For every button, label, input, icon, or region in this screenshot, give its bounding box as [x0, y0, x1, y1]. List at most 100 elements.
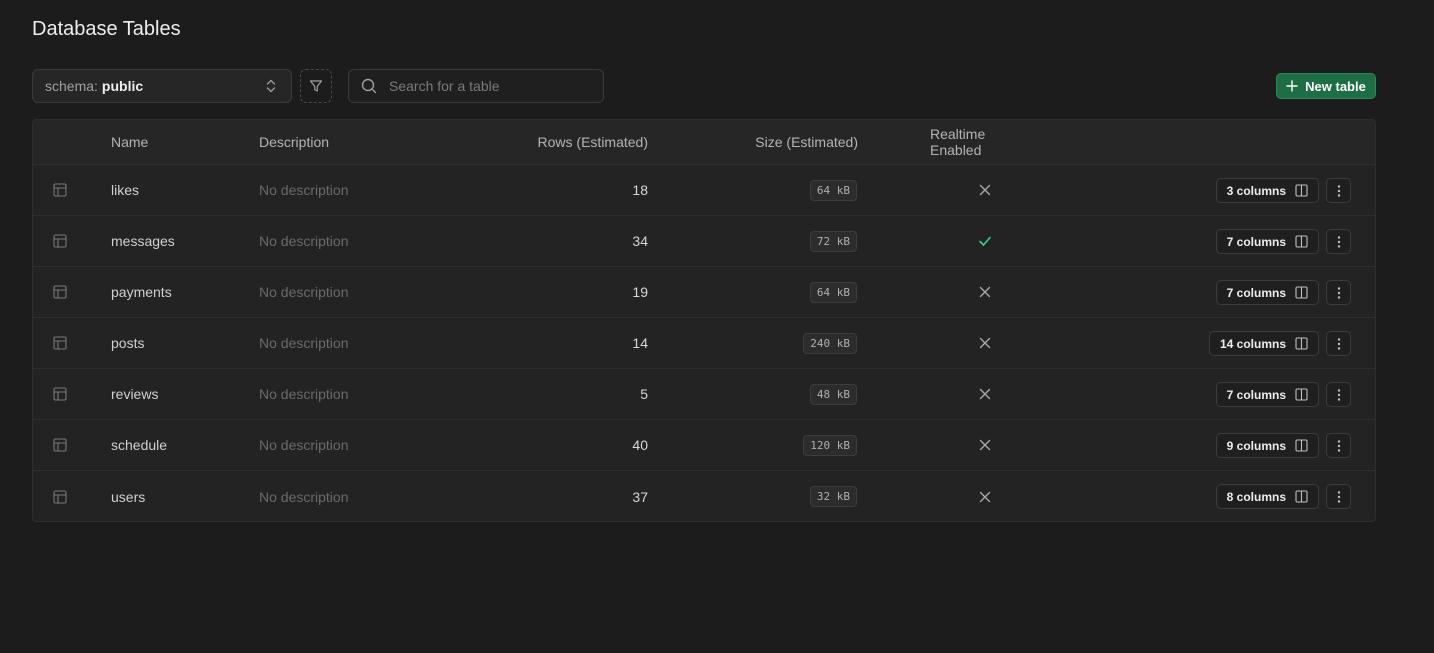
- table-size-cell: 64 kB: [683, 267, 857, 317]
- table-icon: [53, 318, 69, 368]
- table-name[interactable]: schedule: [111, 420, 167, 470]
- table-header: Name Description Rows (Estimated) Size (…: [33, 120, 1375, 165]
- table-name[interactable]: posts: [111, 318, 144, 368]
- table-name[interactable]: payments: [111, 267, 172, 317]
- table-name[interactable]: likes: [111, 165, 139, 215]
- row-actions-button[interactable]: [1326, 484, 1351, 509]
- columns-count: 14 columns: [1219, 336, 1286, 351]
- table-row[interactable]: likes No description 18 64 kB 3 columns: [33, 165, 1375, 216]
- table-size: 120 kB: [803, 434, 857, 456]
- row-actions-button[interactable]: [1326, 178, 1351, 203]
- x-icon: [979, 491, 991, 503]
- table-description: No description: [259, 437, 349, 453]
- table-rows-count: 37: [632, 488, 648, 505]
- table-size-cell: 64 kB: [683, 165, 857, 215]
- view-columns-button[interactable]: 14 columns: [1208, 331, 1319, 356]
- table-row[interactable]: schedule No description 40 120 kB 9 colu…: [33, 420, 1375, 471]
- columns-icon: [1295, 235, 1308, 248]
- table-size-cell: 72 kB: [683, 216, 857, 266]
- columns-count: 8 columns: [1226, 489, 1286, 504]
- new-table-button[interactable]: New table: [1276, 73, 1376, 99]
- table-rows-count: 5: [640, 386, 648, 402]
- table-rows-count: 14: [632, 335, 648, 351]
- row-actions-button[interactable]: [1326, 382, 1351, 407]
- realtime-status: [930, 267, 1040, 317]
- page: Database Tables schema: public New table: [0, 0, 1434, 653]
- table-size: 64 kB: [809, 179, 857, 201]
- schema-select[interactable]: schema: public: [32, 69, 292, 103]
- columns-count: 7 columns: [1226, 387, 1286, 402]
- table-description: No description: [259, 182, 349, 198]
- table-size: 64 kB: [809, 281, 857, 303]
- tables-list: Name Description Rows (Estimated) Size (…: [32, 119, 1376, 522]
- table-name[interactable]: users: [111, 471, 145, 521]
- view-columns-button[interactable]: 7 columns: [1215, 280, 1319, 305]
- view-columns-button[interactable]: 9 columns: [1215, 433, 1319, 458]
- filter-button[interactable]: [300, 69, 332, 103]
- columns-icon: [1295, 388, 1308, 401]
- header-rows: Rows (Estimated): [537, 134, 648, 150]
- table-description: No description: [259, 386, 349, 402]
- search-box[interactable]: [348, 69, 604, 103]
- more-vertical-icon: [1337, 184, 1341, 198]
- x-icon: [979, 286, 991, 298]
- x-icon: [979, 184, 991, 196]
- table-name[interactable]: messages: [111, 216, 175, 266]
- realtime-status: [930, 216, 1040, 266]
- table-size: 32 kB: [809, 486, 857, 507]
- columns-count: 7 columns: [1226, 234, 1286, 249]
- realtime-status: [930, 165, 1040, 215]
- table-icon: [53, 420, 69, 470]
- table-size-cell: 240 kB: [683, 318, 857, 368]
- schema-prefix: schema:: [45, 78, 98, 94]
- table-icon: [53, 267, 69, 317]
- table-row[interactable]: users No description 37 32 kB 8 columns: [33, 471, 1375, 521]
- columns-icon: [1295, 286, 1308, 299]
- table-row[interactable]: messages No description 34 72 kB 7 colum…: [33, 216, 1375, 267]
- header-realtime: Realtime Enabled: [930, 126, 986, 158]
- table-size: 48 kB: [809, 383, 857, 405]
- table-row[interactable]: reviews No description 5 48 kB 7 columns: [33, 369, 1375, 420]
- columns-count: 7 columns: [1226, 285, 1286, 300]
- more-vertical-icon: [1337, 337, 1341, 351]
- x-icon: [979, 337, 991, 349]
- x-icon: [979, 439, 991, 451]
- view-columns-button[interactable]: 7 columns: [1215, 229, 1319, 254]
- table-icon: [53, 165, 69, 215]
- plus-icon: [1286, 80, 1298, 92]
- table-name[interactable]: reviews: [111, 369, 158, 419]
- x-icon: [979, 388, 991, 400]
- header-name: Name: [111, 134, 149, 150]
- view-columns-button[interactable]: 3 columns: [1215, 178, 1319, 203]
- toolbar: schema: public New table: [32, 69, 1376, 103]
- columns-count: 9 columns: [1226, 438, 1286, 453]
- realtime-status: [930, 369, 1040, 419]
- table-row[interactable]: posts No description 14 240 kB 14 column…: [33, 318, 1375, 369]
- chevron-up-down-icon: [265, 78, 277, 94]
- view-columns-button[interactable]: 8 columns: [1215, 484, 1319, 509]
- search-icon: [361, 78, 377, 94]
- schema-value: public: [101, 78, 144, 94]
- table-size-cell: 32 kB: [683, 471, 857, 521]
- table-description: No description: [259, 284, 349, 300]
- row-actions-button[interactable]: [1326, 280, 1351, 305]
- columns-icon: [1295, 439, 1308, 452]
- more-vertical-icon: [1337, 439, 1341, 453]
- table-icon: [53, 369, 69, 419]
- row-actions-button[interactable]: [1326, 229, 1351, 254]
- table-description: No description: [259, 233, 349, 249]
- search-input[interactable]: [387, 77, 587, 95]
- row-actions-button[interactable]: [1326, 433, 1351, 458]
- view-columns-button[interactable]: 7 columns: [1215, 382, 1319, 407]
- check-icon: [978, 234, 992, 248]
- table-icon: [53, 216, 69, 266]
- table-icon: [53, 471, 69, 521]
- table-rows-count: 19: [632, 284, 648, 300]
- table-size-cell: 48 kB: [683, 369, 857, 419]
- table-description: No description: [259, 335, 349, 351]
- table-rows-count: 40: [632, 437, 648, 453]
- table-row[interactable]: payments No description 19 64 kB 7 colum…: [33, 267, 1375, 318]
- row-actions-button[interactable]: [1326, 331, 1351, 356]
- table-rows-count: 18: [632, 182, 648, 198]
- more-vertical-icon: [1337, 235, 1341, 249]
